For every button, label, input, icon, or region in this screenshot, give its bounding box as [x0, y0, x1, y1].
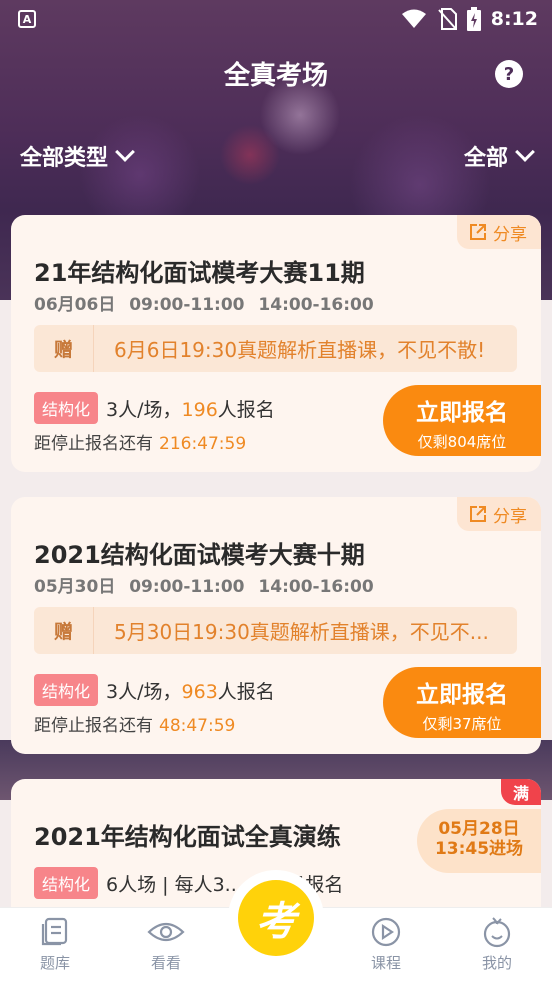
share-label: 分享	[493, 506, 527, 527]
enrolled-suffix: 人报名	[217, 680, 275, 703]
tab-label: 课程	[370, 954, 401, 972]
battery-charging-icon	[466, 7, 481, 31]
enrolled-suffix: 人报名	[217, 398, 275, 421]
status-filter-label: 全部	[463, 146, 508, 171]
signup-button[interactable]: 立即报名 仅剩37席位	[383, 667, 541, 738]
category-tag: 结构化	[34, 867, 99, 899]
seats-left: 仅剩804席位	[417, 433, 507, 451]
countdown: 距停止报名还有 216:47:59	[34, 429, 246, 454]
status-time: 8:12	[490, 8, 538, 30]
share-icon	[470, 506, 486, 522]
status-filter-dropdown[interactable]: 全部	[463, 140, 535, 172]
card-schedule: 05月30日 09:00-11:00 14:00-16:00	[34, 577, 374, 597]
font-size-icon: A	[18, 10, 36, 28]
play-circle-icon	[371, 917, 401, 947]
type-filter-dropdown[interactable]: 全部类型	[20, 140, 135, 172]
category-tag: 结构化	[34, 392, 99, 424]
card-title: 2021年结构化面试全真演练	[34, 823, 341, 851]
signup-label: 立即报名	[416, 682, 508, 708]
gift-badge: 赠	[34, 325, 94, 372]
gift-text: 6月6日19:30真题解析直播课，不见不散!	[114, 338, 486, 362]
countdown-value: 216:47:59	[159, 434, 247, 454]
category-tag: 结构化	[34, 674, 99, 706]
page-title: 全真考场	[223, 61, 328, 91]
per-room-text: 3人/场，	[106, 398, 182, 421]
exam-card[interactable]: 分享 21年结构化面试模考大赛11期 06月06日 09:00-11:00 14…	[11, 215, 541, 472]
no-sim-icon	[437, 8, 457, 30]
share-icon	[470, 224, 486, 240]
question-bank-icon	[41, 917, 68, 946]
chevron-down-icon	[515, 142, 535, 162]
enrolled-count: 196	[181, 398, 218, 421]
per-room-text: 3人/场，	[106, 680, 182, 703]
card-schedule: 06月06日 09:00-11:00 14:00-16:00	[34, 295, 374, 315]
seats-left: 仅剩37席位	[422, 715, 502, 733]
countdown-label: 距停止报名还有	[34, 716, 153, 736]
type-filter-label: 全部类型	[20, 146, 109, 171]
profile-icon	[483, 917, 511, 948]
card-title: 21年结构化面试模考大赛11期	[34, 259, 365, 287]
enrolled-count: 963	[181, 680, 218, 703]
chevron-down-icon	[115, 142, 135, 162]
countdown-label: 距停止报名还有	[34, 434, 153, 454]
gift-banner: 赠 6月6日19:30真题解析直播课，不见不散!	[34, 325, 517, 372]
signup-button[interactable]: 立即报名 仅剩804席位	[383, 385, 541, 456]
signup-label: 立即报名	[416, 400, 508, 426]
entry-date: 05月28日	[438, 819, 520, 839]
share-button[interactable]: 分享	[457, 215, 541, 249]
tab-label: 看看	[150, 954, 181, 972]
share-button[interactable]: 分享	[457, 497, 541, 531]
tab-question-bank[interactable]: 题库	[10, 916, 100, 973]
exam-card[interactable]: 分享 2021结构化面试模考大赛十期 05月30日 09:00-11:00 14…	[11, 497, 541, 754]
gift-badge: 赠	[34, 607, 94, 654]
status-bar: A 8:12	[0, 0, 552, 38]
gift-text: 5月30日19:30真题解析直播课，不见不...	[114, 620, 489, 644]
countdown: 距停止报名还有 48:47:59	[34, 711, 235, 736]
entry-time: 13:45进场	[434, 839, 524, 860]
tab-label: 我的	[481, 954, 512, 972]
tab-courses[interactable]: 课程	[341, 916, 431, 973]
card-title: 2021结构化面试模考大赛十期	[34, 541, 365, 569]
full-badge: 满	[501, 779, 541, 805]
card-meta: 结构化 3人/场，963人报名	[34, 674, 275, 706]
tab-look[interactable]: 看看	[121, 916, 211, 973]
wifi-icon	[401, 9, 426, 28]
exam-icon: 考	[238, 880, 314, 956]
tab-label: 题库	[39, 954, 70, 972]
gift-banner: 赠 5月30日19:30真题解析直播课，不见不...	[34, 607, 517, 654]
eye-icon	[147, 922, 185, 942]
card-meta: 结构化 3人/场，196人报名	[34, 392, 275, 424]
entry-time-badge: 05月28日 13:45进场	[417, 809, 541, 873]
share-label: 分享	[493, 224, 527, 245]
exam-center-button[interactable]: 考	[228, 870, 324, 966]
help-icon[interactable]: ?	[495, 60, 523, 88]
countdown-value: 48:47:59	[159, 716, 236, 736]
tab-profile[interactable]: 我的	[452, 916, 542, 973]
